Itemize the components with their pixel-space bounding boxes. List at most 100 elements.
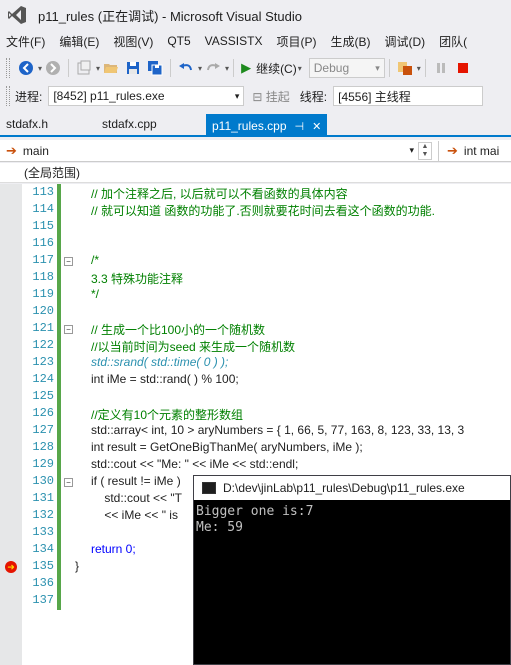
code-line: 116	[0, 236, 511, 253]
code-text: //以当前时间为seed 来生成一个随机数	[91, 340, 296, 354]
navigate-back-icon[interactable]	[15, 57, 37, 79]
code-line: 127 std::array< int, 10 > aryNumbers = { …	[0, 423, 511, 440]
toolbar-grip[interactable]	[6, 86, 10, 106]
navigation-bar: ➔ main ▾ ▲ ▼ ➔ int mai	[0, 140, 511, 162]
collapse-icon[interactable]: −	[64, 325, 73, 334]
code-line: 126 //定义有10个元素的整形数组	[0, 406, 511, 423]
break-all-icon[interactable]	[430, 57, 452, 79]
current-statement-arrow-icon[interactable]: ➜	[5, 561, 17, 573]
code-text: }	[75, 559, 80, 573]
menu-team[interactable]: 团队(	[433, 33, 475, 50]
find-dropdown-icon[interactable]: ▾	[417, 64, 421, 73]
debug-location-toolbar: 进程: [8452] p11_rules.exe ▾ ⊟ 挂起 线程: [455…	[0, 83, 511, 109]
toolbar-grip[interactable]	[6, 58, 10, 78]
solution-configuration-select[interactable]: Debug ▾	[308, 58, 385, 78]
menu-file[interactable]: 文件(F)	[0, 33, 53, 50]
line-number: 121	[32, 321, 54, 335]
new-project-icon[interactable]	[73, 57, 95, 79]
console-output[interactable]: Bigger one is:7 Me: 59	[194, 500, 510, 540]
code-text: std::array< int, 10 > aryNumbers = { 1, …	[91, 423, 465, 437]
console-line: Me: 59	[196, 520, 243, 535]
line-number: 136	[32, 576, 54, 590]
code-text: return 0;	[91, 542, 136, 556]
code-line: 120	[0, 304, 511, 321]
function-select[interactable]: ➔ main ▾	[0, 141, 418, 161]
tab-stdafx-h[interactable]: stdafx.h	[0, 114, 96, 135]
menu-build[interactable]: 生成(B)	[324, 33, 378, 50]
stop-debugging-icon[interactable]	[452, 57, 474, 79]
console-window[interactable]: D:\dev\jinLab\p11_rules\Debug\p11_rules.…	[193, 475, 511, 665]
console-title-bar[interactable]: D:\dev\jinLab\p11_rules\Debug\p11_rules.…	[194, 476, 510, 500]
member-select[interactable]: ➔ int mai	[438, 140, 499, 161]
process-value: [8452] p11_rules.exe	[53, 89, 165, 103]
menu-bar: 文件(F) 编辑(E) 视图(V) QT5 VASSISTX 项目(P) 生成(…	[0, 30, 511, 52]
line-number: 135	[32, 559, 54, 573]
toolbar-separator	[388, 59, 390, 77]
code-line: 123 std::srand( std::time( 0 ) );	[0, 355, 511, 372]
scope-bar[interactable]: (全局范围)	[0, 163, 511, 183]
line-number: 116	[32, 236, 54, 250]
line-number: 123	[32, 355, 54, 369]
undo-icon[interactable]	[175, 57, 197, 79]
chevron-down-icon: ▾	[409, 145, 414, 155]
navigate-forward-icon[interactable]	[42, 57, 64, 79]
menu-debug[interactable]: 调试(D)	[378, 33, 433, 50]
code-line: 121 − // 生成一个比100小的一个随机数	[0, 321, 511, 338]
menu-edit[interactable]: 编辑(E)	[53, 33, 107, 50]
stepper-down-icon[interactable]: ▼	[422, 151, 429, 159]
menu-project[interactable]: 项目(P)	[270, 33, 324, 50]
menu-view[interactable]: 视图(V)	[107, 33, 161, 50]
collapse-icon[interactable]: −	[64, 257, 73, 266]
save-icon[interactable]	[122, 57, 144, 79]
line-number: 137	[32, 593, 54, 607]
menu-qt5[interactable]: QT5	[161, 34, 198, 48]
document-tabs: stdafx.h stdafx.cpp p11_rules.cpp ⊣ ✕	[0, 114, 511, 137]
code-text: 3.3 特殊功能注释	[91, 272, 184, 286]
tab-stdafx-cpp[interactable]: stdafx.cpp	[96, 114, 206, 135]
function-value: main	[22, 143, 49, 158]
line-number: 125	[32, 389, 54, 403]
console-icon	[202, 482, 216, 494]
collapse-icon[interactable]: −	[64, 478, 73, 487]
code-text: int iMe = std::rand( ) % 100;	[91, 372, 239, 386]
open-file-icon[interactable]	[100, 57, 122, 79]
scope-value: (全局范围)	[24, 166, 80, 180]
stepper-up-icon[interactable]: ▲	[422, 143, 429, 151]
pin-icon[interactable]: ⊣	[295, 120, 305, 133]
continue-dropdown-icon[interactable]: ▾	[298, 64, 302, 73]
toolbar-separator	[170, 59, 172, 77]
line-number: 124	[32, 372, 54, 386]
continue-label: 继续(C)	[256, 61, 297, 76]
suspend-button[interactable]: ⊟ 挂起	[252, 88, 289, 105]
thread-label: 线程:	[299, 89, 328, 104]
continue-button[interactable]: ▶ 继续(C) ▾	[238, 57, 305, 79]
code-text: std::srand( std::time( 0 ) );	[91, 355, 229, 369]
visual-studio-logo-icon	[7, 5, 27, 25]
title-bar: p11_rules (正在调试) - Microsoft Visual Stud…	[0, 0, 511, 30]
code-text: std::cout << "T	[91, 491, 182, 505]
redo-dropdown-icon[interactable]: ▾	[225, 64, 229, 73]
line-number: 128	[32, 440, 54, 454]
line-number: 132	[32, 508, 54, 522]
redo-icon[interactable]	[202, 57, 224, 79]
menu-vassistx[interactable]: VASSISTX	[199, 34, 271, 48]
console-line: Bigger one is:7	[196, 504, 314, 519]
tab-label: p11_rules.cpp	[212, 119, 287, 133]
thread-value: [4556] 主线程	[338, 89, 411, 104]
tab-p11-rules-cpp[interactable]: p11_rules.cpp ⊣ ✕	[206, 114, 328, 135]
line-number: 130	[32, 474, 54, 488]
console-title: D:\dev\jinLab\p11_rules\Debug\p11_rules.…	[223, 481, 465, 495]
line-number: 122	[32, 338, 54, 352]
member-arrow-icon: ➔	[447, 142, 458, 158]
close-icon[interactable]: ✕	[312, 120, 321, 133]
line-number: 131	[32, 491, 54, 505]
chevron-down-icon: ▾	[234, 90, 240, 101]
suspend-label: 挂起	[265, 89, 290, 104]
find-in-files-icon[interactable]	[394, 57, 416, 79]
save-all-icon[interactable]	[144, 57, 166, 79]
scroll-stepper[interactable]: ▲ ▼	[418, 141, 432, 160]
thread-select[interactable]: [4556] 主线程	[333, 86, 484, 106]
process-select[interactable]: [8452] p11_rules.exe ▾	[48, 86, 245, 106]
code-line: 124 int iMe = std::rand( ) % 100;	[0, 372, 511, 389]
window-title: p11_rules (正在调试) - Microsoft Visual Stud…	[38, 8, 302, 24]
